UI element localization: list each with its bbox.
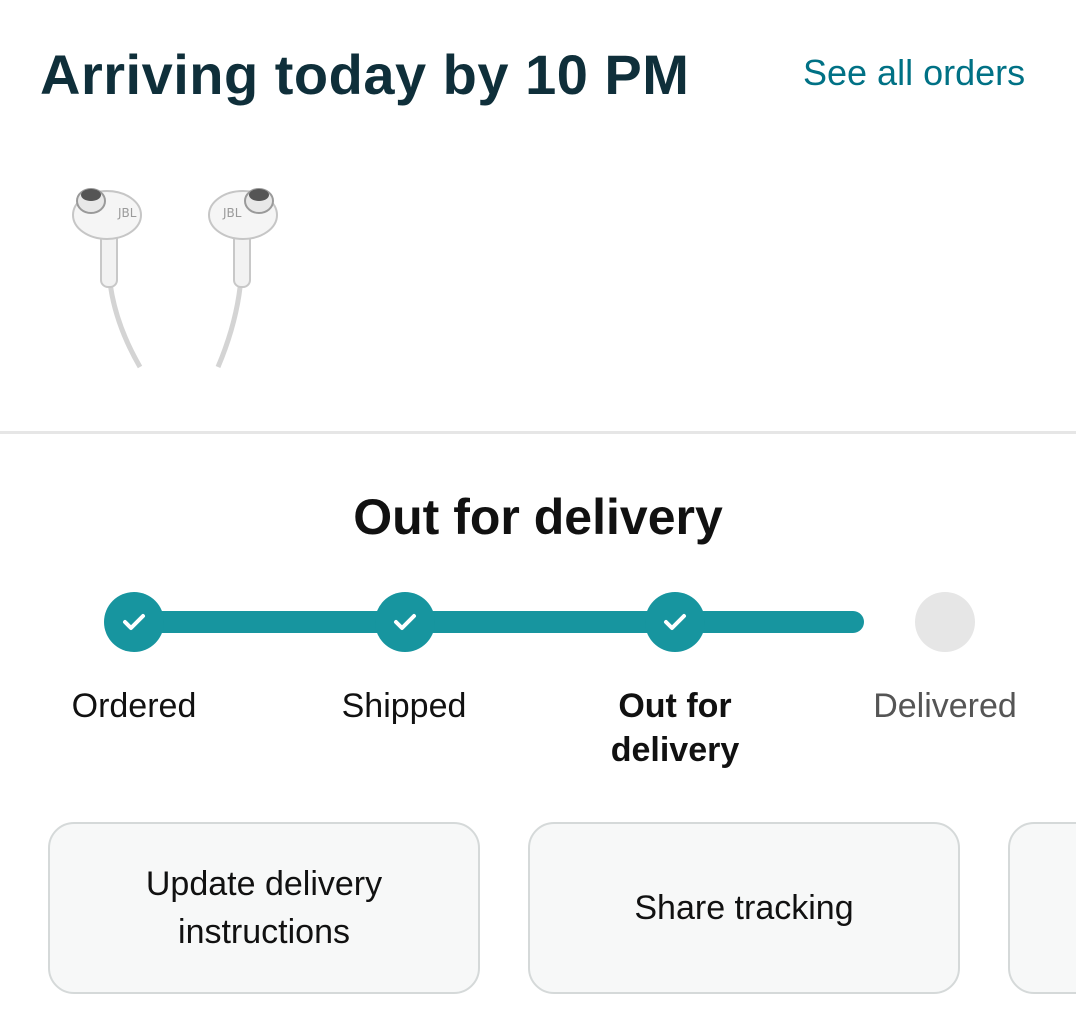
svg-text:JBL: JBL — [222, 206, 242, 220]
update-delivery-instructions-label: Update delivery instructions — [145, 865, 383, 951]
step-label-delivered: Delivered — [873, 687, 1017, 725]
order-tracking-page: Arriving today by 10 PM See all orders J… — [0, 0, 1076, 1028]
step-label-shipped: Shipped — [341, 687, 467, 725]
delivery-status-title: Out for delivery — [353, 489, 723, 545]
step-label-out-for-delivery: Out for delivery — [610, 687, 740, 769]
more-action-button[interactable] — [1008, 822, 1076, 994]
progress-bar — [134, 611, 864, 633]
step-label-ordered: Ordered — [71, 687, 197, 725]
svg-text:JBL: JBL — [117, 206, 137, 220]
earphones-icon: JBL JBL — [72, 188, 278, 369]
step-ordered-check-icon — [104, 592, 164, 652]
product-image[interactable]: JBL JBL — [60, 165, 300, 380]
delivery-progress-tracker — [0, 590, 1076, 660]
step-delivered-circle-icon — [915, 592, 975, 652]
page-title: Arriving today by 10 PM — [40, 43, 690, 106]
section-divider — [0, 431, 1076, 434]
see-all-orders-link[interactable]: See all orders — [803, 52, 1025, 94]
step-shipped-check-icon — [375, 592, 435, 652]
update-delivery-instructions-button[interactable]: Update delivery instructions — [48, 822, 480, 994]
share-tracking-button[interactable]: Share tracking — [528, 822, 960, 994]
share-tracking-label: Share tracking — [634, 889, 854, 927]
step-out-for-delivery-check-icon — [645, 592, 705, 652]
